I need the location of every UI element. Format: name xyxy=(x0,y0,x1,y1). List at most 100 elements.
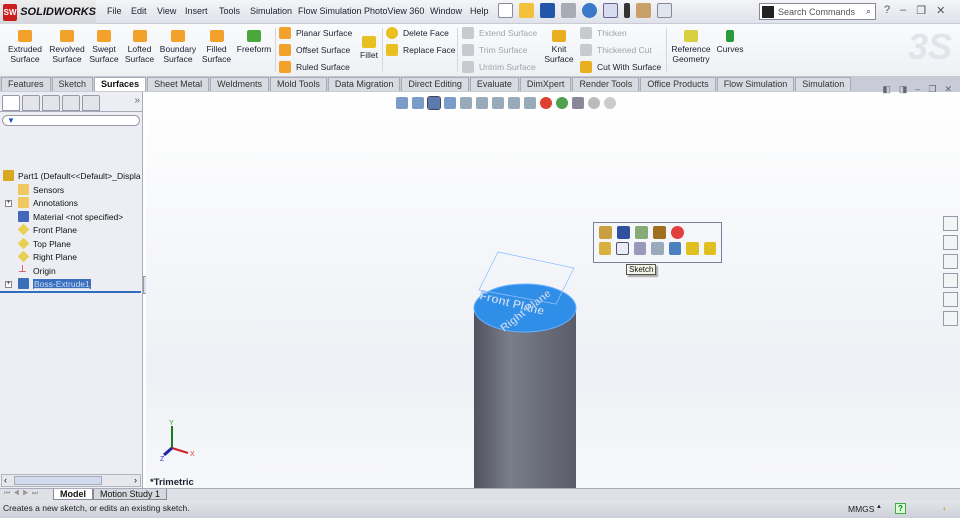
menu-flow-simulation[interactable]: Flow Simulation xyxy=(298,6,362,16)
freeform-button[interactable]: Freeform xyxy=(236,28,272,54)
undo-icon[interactable] xyxy=(582,3,597,18)
file-properties-icon[interactable] xyxy=(636,3,651,18)
cylinder-body[interactable] xyxy=(474,308,576,488)
dimxpert-manager-tab-icon[interactable] xyxy=(62,95,80,111)
appearances-scenes-icon[interactable] xyxy=(943,292,958,307)
help-icon[interactable]: ? xyxy=(884,4,890,17)
tree-item-front-plane[interactable]: Front Plane xyxy=(17,223,77,236)
tab-direct-editing[interactable]: Direct Editing xyxy=(401,77,469,91)
tab-surfaces[interactable]: Surfaces xyxy=(94,77,147,91)
thicken-button[interactable]: Thicken xyxy=(580,26,627,40)
replace-face-button[interactable]: Replace Face xyxy=(386,43,455,57)
extruded-surface-button[interactable]: Extruded Surface xyxy=(6,28,44,64)
tab-office-products[interactable]: Office Products xyxy=(640,77,716,91)
options-icon[interactable] xyxy=(657,3,672,18)
horizontal-scrollbar[interactable]: ‹ › xyxy=(1,474,141,487)
search-commands-input[interactable]: Search Commands ⌕ xyxy=(759,3,876,20)
tree-filter-input[interactable]: ▼ xyxy=(2,115,140,126)
custom-properties-icon[interactable] xyxy=(943,311,958,326)
expand-chevron-icon[interactable]: » xyxy=(134,95,140,111)
revolved-surface-button[interactable]: Revolved Surface xyxy=(47,28,87,64)
tree-item-right-plane[interactable]: Right Plane xyxy=(17,250,77,263)
tree-root-part1[interactable]: Part1 (Default<<Default>_Displa xyxy=(3,169,141,182)
scroll-thumb[interactable] xyxy=(14,476,102,485)
property-manager-tab-icon[interactable] xyxy=(22,95,40,111)
boundary-surface-button[interactable]: Boundary Surface xyxy=(159,28,197,64)
configuration-manager-tab-icon[interactable] xyxy=(42,95,60,111)
solidworks-resources-icon[interactable] xyxy=(943,216,958,231)
tab-simulation[interactable]: Simulation xyxy=(795,77,852,91)
knit-surface-button[interactable]: Knit Surface xyxy=(542,28,576,64)
tab-features[interactable]: Features xyxy=(1,77,51,91)
select-other-icon[interactable] xyxy=(599,242,612,255)
menu-simulation[interactable]: Simulation xyxy=(250,6,292,16)
menu-edit[interactable]: Edit xyxy=(131,6,147,16)
thickened-cut-button[interactable]: Thickened Cut xyxy=(580,43,652,57)
menu-help[interactable]: Help xyxy=(470,6,489,16)
menu-file[interactable]: File xyxy=(107,6,122,16)
tab-evaluate[interactable]: Evaluate xyxy=(469,77,519,91)
scroll-right-icon[interactable]: › xyxy=(134,475,137,485)
sketch-icon[interactable] xyxy=(616,242,629,255)
menu-view[interactable]: View xyxy=(157,6,176,16)
normal-to-icon[interactable] xyxy=(633,242,647,255)
parent-child-icon[interactable] xyxy=(653,226,666,239)
tab-weldments[interactable]: Weldments xyxy=(210,77,269,91)
feature-manager-tab-icon[interactable] xyxy=(2,95,20,111)
display-manager-tab-icon[interactable] xyxy=(82,95,100,111)
save-icon[interactable] xyxy=(540,3,555,18)
menu-insert[interactable]: Insert xyxy=(185,6,208,16)
edit-feature-icon[interactable] xyxy=(599,226,612,239)
design-library-icon[interactable] xyxy=(943,235,958,250)
tab-mold-tools[interactable]: Mold Tools xyxy=(269,77,327,91)
tab-model[interactable]: Model xyxy=(53,489,93,500)
insert-plane-icon[interactable] xyxy=(668,242,682,255)
units-selector[interactable]: MMGS xyxy=(848,504,874,514)
units-dropdown-icon[interactable]: ▲ xyxy=(876,504,882,510)
rollback-icon[interactable] xyxy=(635,226,648,239)
tab-sketch[interactable]: Sketch xyxy=(51,77,94,91)
expand-annotations-icon[interactable]: + xyxy=(5,200,12,207)
tree-item-top-plane[interactable]: Top Plane xyxy=(17,237,71,250)
cut-with-surface-button[interactable]: Cut With Surface xyxy=(580,60,661,74)
lofted-surface-button[interactable]: Lofted Surface xyxy=(124,28,155,64)
tree-item-annotations[interactable]: Annotations xyxy=(18,196,78,209)
restore-icon[interactable]: ❐ xyxy=(916,4,926,17)
tab-sheet-metal[interactable]: Sheet Metal xyxy=(147,77,210,91)
untrim-surface-button[interactable]: Untrim Surface xyxy=(462,60,536,74)
reference-geometry-button[interactable]: Reference Geometry xyxy=(669,28,713,64)
scroll-left-icon[interactable]: ‹ xyxy=(4,475,7,485)
open-folder-icon[interactable] xyxy=(519,3,534,18)
tree-item-material[interactable]: Material <not specified> xyxy=(18,210,123,223)
graphics-area[interactable]: ◧ ◨ – ❐ ✕ Front Plane Right Plane Y X Z Sket… xyxy=(146,84,960,488)
extend-surface-button[interactable]: Extend Surface xyxy=(462,26,537,40)
tree-item-origin[interactable]: ⊥ Origin xyxy=(18,264,56,277)
fillet-face-icon[interactable] xyxy=(686,242,699,255)
tab-flow-simulation[interactable]: Flow Simulation xyxy=(716,77,795,91)
menu-window[interactable]: Window xyxy=(430,6,462,16)
chamfer-face-icon[interactable] xyxy=(703,242,717,255)
tree-item-sensors[interactable]: Sensors xyxy=(18,183,64,196)
tab-dimxpert[interactable]: DimXpert xyxy=(519,77,572,91)
view-palette-icon[interactable] xyxy=(943,273,958,288)
quick-tips-help-icon[interactable]: ? xyxy=(895,503,906,514)
curves-button[interactable]: Curves xyxy=(715,28,745,54)
tab-render-tools[interactable]: Render Tools xyxy=(572,77,640,91)
study-navigation-arrows-icon[interactable]: ⏮◀▶⏭ xyxy=(4,490,41,498)
new-document-icon[interactable] xyxy=(498,3,513,18)
expand-boss-extrude-icon[interactable]: + xyxy=(5,281,12,288)
rollback-bar[interactable] xyxy=(0,291,141,293)
collapse-arrow-icon[interactable]: ‹ xyxy=(943,503,946,513)
file-explorer-icon[interactable] xyxy=(943,254,958,269)
menu-photoview[interactable]: PhotoView 360 xyxy=(364,6,424,16)
appearance-icon[interactable] xyxy=(671,226,684,239)
search-icon[interactable]: ⌕ xyxy=(866,6,871,17)
planar-surface-button[interactable]: Planar Surface xyxy=(279,26,352,40)
tree-item-boss-extrude1[interactable]: Boss-Extrude1 xyxy=(18,277,91,290)
offset-surface-button[interactable]: Offset Surface xyxy=(279,43,350,57)
fillet-button[interactable]: Fillet xyxy=(356,28,382,60)
zoom-to-selection-icon[interactable] xyxy=(651,242,664,255)
trim-surface-button[interactable]: Trim Surface xyxy=(462,43,527,57)
edit-sketch-icon[interactable] xyxy=(617,226,630,239)
tab-data-migration[interactable]: Data Migration xyxy=(327,77,401,91)
